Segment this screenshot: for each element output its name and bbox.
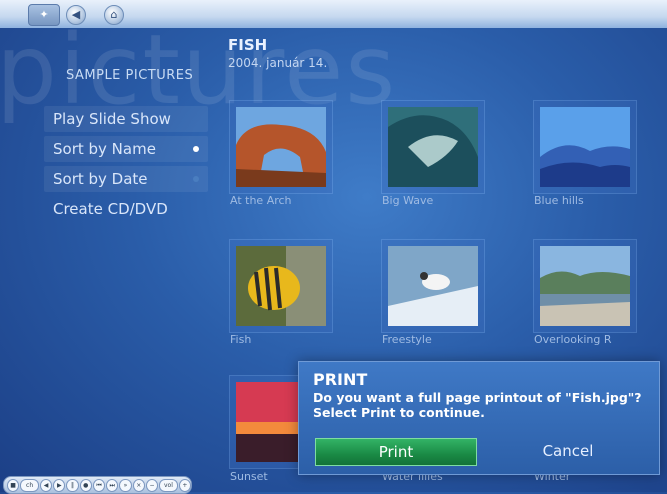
- thumbnail-fish[interactable]: [230, 240, 332, 332]
- blue-hills-image: [540, 107, 630, 187]
- arch-image: [236, 107, 326, 187]
- thumbnail-caption: Blue hills: [534, 194, 584, 207]
- play-icon[interactable]: ▶: [53, 478, 66, 492]
- cancel-button[interactable]: Cancel: [495, 438, 641, 464]
- folder-title: FISH: [228, 36, 268, 54]
- vol-down-icon[interactable]: −: [145, 478, 159, 492]
- thumbnail-blue-hills[interactable]: [534, 101, 636, 193]
- thumbnail-caption: Freestyle: [382, 333, 432, 346]
- dialog-message: Do you want a full page printout of "Fis…: [313, 390, 642, 420]
- menu-item-label: Sort by Date: [53, 170, 148, 188]
- thumbnail-caption: Big Wave: [382, 194, 434, 207]
- section-title: SAMPLE PICTURES: [66, 68, 194, 83]
- print-dialog: PRINT Do you want a full page printout o…: [298, 361, 660, 475]
- play-slide-show-button[interactable]: Play Slide Show: [44, 106, 208, 132]
- page-watermark: pictures: [0, 14, 398, 126]
- record-icon[interactable]: ●: [79, 478, 92, 492]
- create-cd-dvd-button[interactable]: Create CD/DVD: [44, 196, 208, 222]
- radio-off-icon: [193, 176, 199, 182]
- vol-up-icon[interactable]: +: [178, 478, 192, 492]
- pause-icon[interactable]: ‖: [66, 478, 79, 492]
- dialog-title: PRINT: [313, 370, 368, 389]
- big-wave-image: [388, 107, 478, 187]
- overlooking-image: [540, 246, 630, 326]
- sort-by-name-option[interactable]: Sort by Name: [44, 136, 208, 162]
- sort-by-date-option[interactable]: Sort by Date: [44, 166, 208, 192]
- fast-forward-icon[interactable]: »: [119, 478, 132, 492]
- thumbnail-big-wave[interactable]: [382, 101, 484, 193]
- channel-icon[interactable]: ch: [20, 478, 39, 492]
- radio-on-icon: [193, 146, 199, 152]
- rewind-icon[interactable]: ◀: [39, 478, 53, 492]
- stop-icon[interactable]: ■: [7, 478, 20, 492]
- freestyle-image: [388, 246, 478, 326]
- thumbnail-caption: Overlooking R: [534, 333, 612, 346]
- thumbnail-caption: Sunset: [230, 470, 268, 483]
- folder-date: 2004. január 14.: [228, 56, 328, 70]
- volume-icon[interactable]: vol: [159, 478, 178, 492]
- thumbnail-freestyle[interactable]: [382, 240, 484, 332]
- fish-image: [236, 246, 326, 326]
- thumbnail-at-the-arch[interactable]: [230, 101, 332, 193]
- skip-forward-icon[interactable]: ⏭: [106, 478, 119, 492]
- menu-item-label: Play Slide Show: [53, 110, 171, 128]
- thumbnail-caption: At the Arch: [230, 194, 292, 207]
- task-menu: Play Slide Show Sort by Name Sort by Dat…: [44, 106, 208, 226]
- transport-controls: ■ ch ◀ ▶ ‖ ● ⏮ ⏭ » × − vol +: [3, 476, 192, 494]
- menu-item-label: Create CD/DVD: [53, 200, 168, 218]
- thumbnail-overlooking[interactable]: [534, 240, 636, 332]
- menu-item-label: Sort by Name: [53, 140, 156, 158]
- mute-icon[interactable]: ×: [132, 478, 145, 492]
- skip-back-icon[interactable]: ⏮: [92, 478, 106, 492]
- thumbnail-caption: Fish: [230, 333, 252, 346]
- print-button[interactable]: Print: [315, 438, 477, 466]
